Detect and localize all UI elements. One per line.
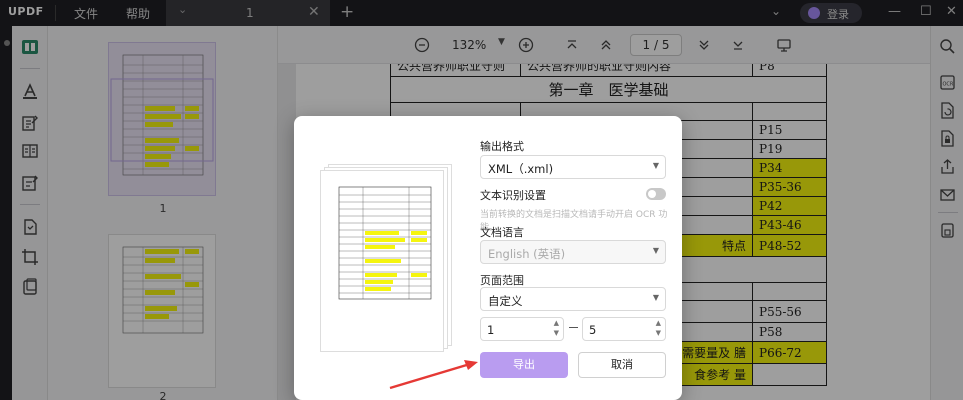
- page-from-value: 1: [487, 323, 495, 337]
- page-range-value: 自定义: [488, 294, 523, 308]
- preview-content: [338, 186, 432, 300]
- annotation-arrow-icon: [389, 360, 478, 390]
- document-language-value: English (英语): [488, 247, 566, 261]
- toggle-knob: [648, 190, 656, 198]
- output-format-label: 输出格式: [480, 140, 524, 153]
- preview-page: [320, 170, 444, 352]
- ocr-settings-label: 文本识别设置: [480, 189, 546, 202]
- cancel-button[interactable]: 取消: [578, 352, 666, 378]
- document-language-select[interactable]: English (英语) ▼: [480, 240, 666, 264]
- ocr-toggle[interactable]: [646, 188, 666, 200]
- dropdown-caret-icon: ▼: [652, 293, 659, 302]
- dropdown-caret-icon: ▼: [652, 161, 659, 170]
- page-to-stepper[interactable]: 5 ▲ ▼: [582, 317, 666, 341]
- document-language-label: 文档语言: [480, 226, 524, 239]
- page-to-value: 5: [589, 323, 597, 337]
- output-format-value: XML（.xml): [488, 162, 554, 176]
- dropdown-caret-icon: ▼: [652, 246, 659, 255]
- export-button[interactable]: 导出: [480, 352, 568, 378]
- document-preview: [320, 164, 452, 352]
- decrement-icon[interactable]: ▼: [554, 329, 559, 337]
- increment-icon[interactable]: ▲: [656, 319, 661, 327]
- export-dialog: 输出格式 XML（.xml) ▼ 文本识别设置 当前转换的文档是扫描文档请手动开…: [294, 116, 682, 400]
- page-from-stepper[interactable]: 1 ▲ ▼: [480, 317, 564, 341]
- page-range-label: 页面范围: [480, 274, 524, 287]
- increment-icon[interactable]: ▲: [554, 319, 559, 327]
- output-format-select[interactable]: XML（.xml) ▼: [480, 155, 666, 179]
- page-range-select[interactable]: 自定义 ▼: [480, 287, 666, 311]
- decrement-icon[interactable]: ▼: [656, 329, 661, 337]
- range-separator: [569, 327, 578, 328]
